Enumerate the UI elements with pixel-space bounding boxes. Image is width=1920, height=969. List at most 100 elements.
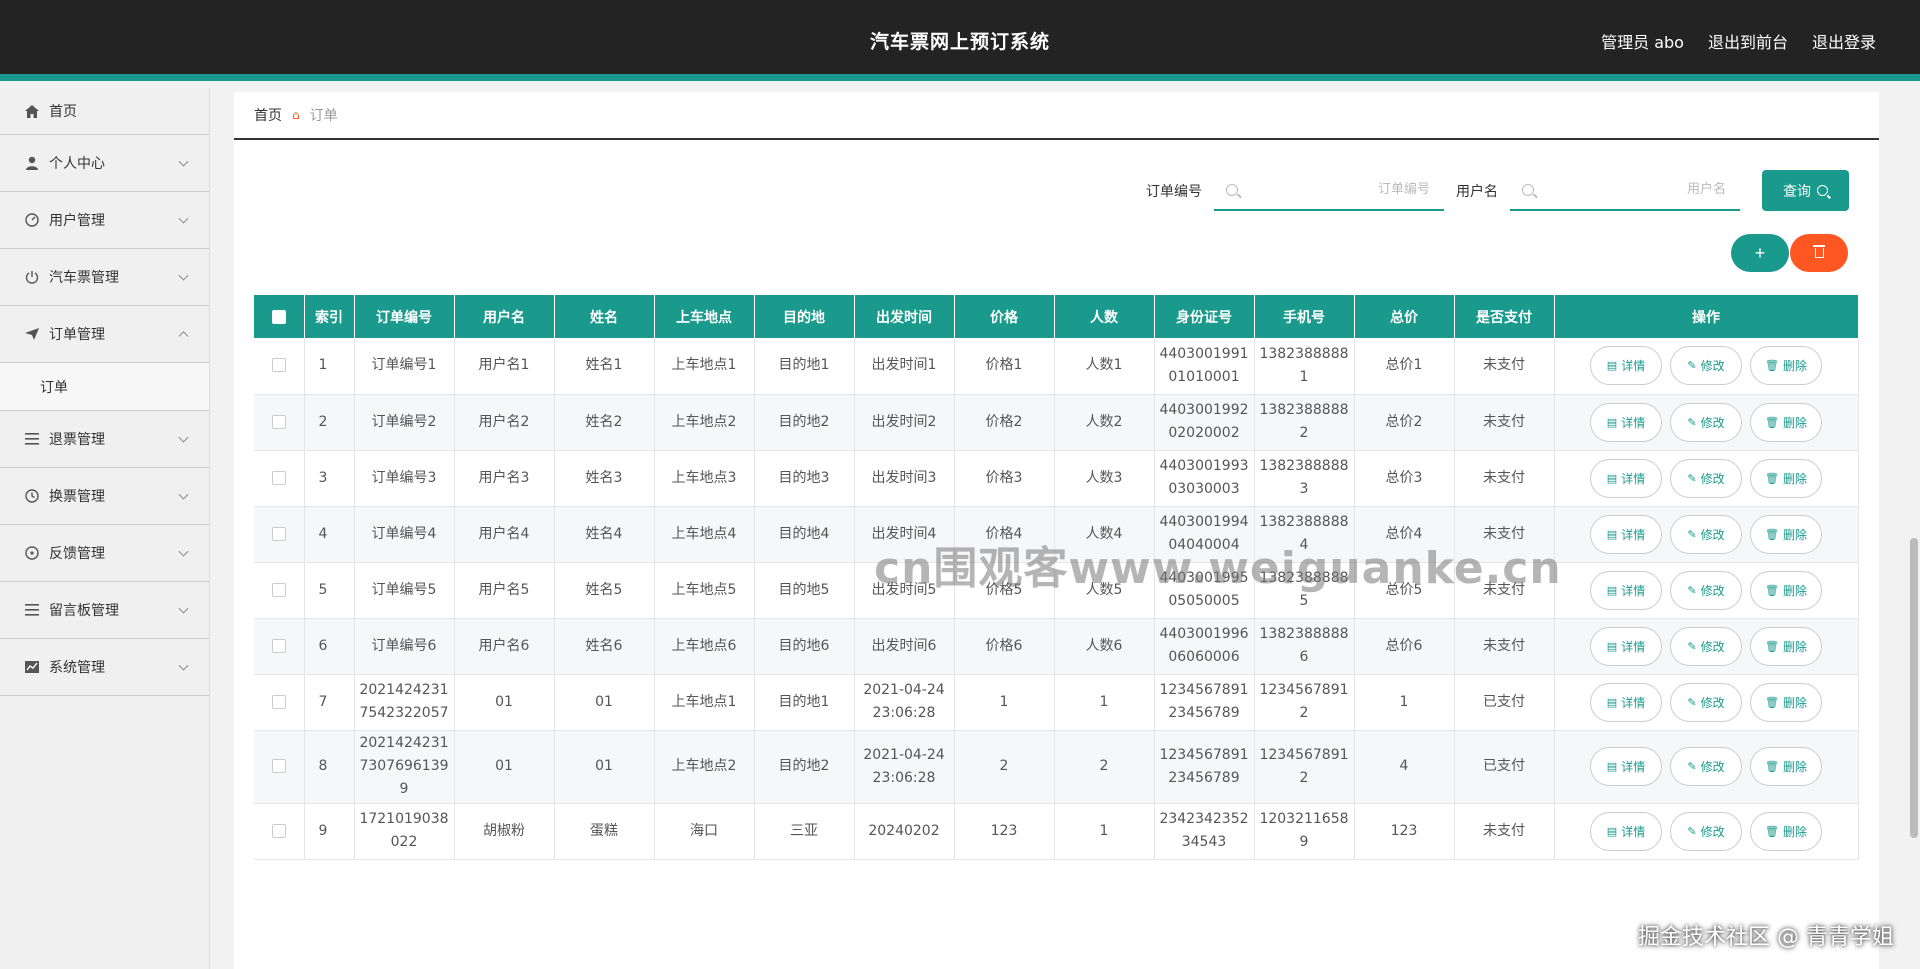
row-checkbox[interactable] — [271, 759, 286, 773]
edit-button[interactable]: ✎ 修改 — [1670, 811, 1742, 851]
sidebar-item-label: 订单管理 — [49, 327, 105, 343]
detail-button[interactable]: ▤ 详情 — [1590, 402, 1662, 442]
row-checkbox[interactable] — [271, 582, 286, 597]
to-front-link[interactable]: 退出到前台 — [1708, 29, 1788, 53]
edit-icon: ✎ — [1687, 471, 1697, 485]
delete-button[interactable]: 🗑 删除 — [1750, 682, 1822, 722]
username-input[interactable] — [1544, 182, 1726, 197]
row-select-cell[interactable] — [254, 338, 305, 395]
table-cell: 姓名5 — [554, 562, 655, 619]
table-cell: 未支付 — [1454, 618, 1555, 675]
row-select-cell[interactable] — [254, 394, 305, 451]
table-cell: 用户名4 — [454, 506, 555, 563]
table-cell: 123 — [954, 803, 1055, 860]
edit-button[interactable]: ✎ 修改 — [1670, 458, 1742, 498]
detail-button[interactable]: ▤ 详情 — [1590, 682, 1662, 722]
select-all-cell[interactable] — [254, 295, 305, 338]
sidebar-item-orders[interactable]: 订单管理 — [0, 306, 209, 363]
table-cell: 2 — [304, 394, 355, 451]
table-cell: 胡椒粉 — [454, 803, 555, 860]
row-checkbox[interactable] — [271, 823, 286, 838]
trash-icon: 🗑 — [1765, 415, 1779, 429]
delete-button[interactable]: 🗑 删除 — [1750, 346, 1822, 386]
table-cell: 2 — [954, 730, 1055, 804]
delete-label: 删除 — [1782, 471, 1807, 486]
row-checkbox[interactable] — [271, 470, 286, 485]
sidebar-subitem-order[interactable]: 订单 — [0, 363, 209, 411]
chevron-down-icon — [178, 603, 189, 614]
row-select-cell[interactable] — [254, 450, 305, 507]
order-number-input[interactable] — [1248, 182, 1430, 197]
delete-label: 删除 — [1782, 695, 1807, 710]
orders-table: 索引 订单编号 用户名 姓名 上车地点 目的地 出发时间 价格 人数 身份证号 … — [254, 295, 1859, 860]
table-row: 2 订单编号2 用户名2 姓名2 上车地点2 目的地2 出发时间2 价格2 人数2 4403001… — [254, 394, 1859, 451]
row-select-cell[interactable] — [254, 730, 305, 804]
row-checkbox[interactable] — [271, 694, 286, 709]
sidebar-item-personal[interactable]: 个人中心 — [0, 135, 209, 192]
delete-button[interactable]: 🗑 删除 — [1750, 570, 1822, 610]
delete-label: 删除 — [1782, 583, 1807, 598]
sidebar-item-system[interactable]: 系统管理 — [0, 639, 209, 696]
row-select-cell[interactable] — [254, 506, 305, 563]
batch-delete-button[interactable] — [1790, 234, 1848, 272]
delete-label: 删除 — [1782, 415, 1807, 430]
sidebar-item-users[interactable]: 用户管理 — [0, 192, 209, 249]
delete-button[interactable]: 🗑 删除 — [1750, 402, 1822, 442]
edit-button[interactable]: ✎ 修改 — [1670, 747, 1742, 786]
orders-table-wrapper: 索引 订单编号 用户名 姓名 上车地点 目的地 出发时间 价格 人数 身份证号 … — [254, 295, 1859, 860]
table-cell: 用户名2 — [454, 394, 555, 451]
sidebar-item-refunds[interactable]: 退票管理 — [0, 411, 209, 468]
table-cell: 目的地5 — [754, 562, 855, 619]
detail-button[interactable]: ▤ 详情 — [1590, 346, 1662, 386]
logout-link[interactable]: 退出登录 — [1812, 29, 1876, 53]
row-select-cell[interactable] — [254, 674, 305, 731]
sidebar-item-tickets[interactable]: 汽车票管理 — [0, 249, 209, 306]
edit-button[interactable]: ✎ 修改 — [1670, 402, 1742, 442]
edit-button[interactable]: ✎ 修改 — [1670, 626, 1742, 666]
sidebar-item-messages[interactable]: 留言板管理 — [0, 582, 209, 639]
delete-button[interactable]: 🗑 删除 — [1750, 811, 1822, 851]
sidebar-item-feedback[interactable]: 反馈管理 — [0, 525, 209, 582]
table-cell: 01 — [454, 674, 555, 731]
row-checkbox[interactable] — [271, 638, 286, 653]
edit-button[interactable]: ✎ 修改 — [1670, 346, 1742, 386]
breadcrumb-home[interactable]: 首页 — [254, 105, 282, 125]
edit-button[interactable]: ✎ 修改 — [1670, 682, 1742, 722]
sidebar-item-home[interactable]: 首页 — [0, 88, 209, 135]
edit-button[interactable]: ✎ 修改 — [1670, 514, 1742, 554]
scrollbar-thumb[interactable] — [1910, 538, 1918, 838]
table-cell: 未支付 — [1454, 394, 1555, 451]
table-cell: 440300199202020002 — [1154, 394, 1255, 451]
detail-button[interactable]: ▤ 详情 — [1590, 811, 1662, 851]
detail-button[interactable]: ▤ 详情 — [1590, 626, 1662, 666]
table-cell: 4 — [304, 506, 355, 563]
detail-button[interactable]: ▤ 详情 — [1590, 570, 1662, 610]
select-all-checkbox[interactable] — [271, 309, 286, 324]
edit-label: 修改 — [1700, 583, 1725, 598]
row-checkbox[interactable] — [271, 526, 286, 541]
column-header: 是否支付 — [1454, 295, 1555, 338]
row-select-cell[interactable] — [254, 803, 305, 860]
table-cell: 234234235234543 — [1154, 803, 1255, 860]
row-select-cell[interactable] — [254, 618, 305, 675]
row-select-cell[interactable] — [254, 562, 305, 619]
edit-button[interactable]: ✎ 修改 — [1670, 570, 1742, 610]
row-checkbox[interactable] — [271, 414, 286, 429]
add-button[interactable]: + — [1731, 234, 1789, 272]
delete-button[interactable]: 🗑 删除 — [1750, 458, 1822, 498]
chevron-up-icon — [178, 331, 189, 342]
table-cell: 出发时间3 — [854, 450, 955, 507]
list-icon — [24, 431, 40, 447]
row-checkbox[interactable] — [271, 358, 286, 373]
query-button[interactable]: 查询 — [1762, 170, 1849, 211]
delete-button[interactable]: 🗑 删除 — [1750, 747, 1822, 786]
detail-button[interactable]: ▤ 详情 — [1590, 458, 1662, 498]
detail-button[interactable]: ▤ 详情 — [1590, 514, 1662, 554]
delete-button[interactable]: 🗑 删除 — [1750, 514, 1822, 554]
edit-icon: ✎ — [1687, 824, 1697, 838]
table-cell: 目的地1 — [754, 338, 855, 395]
detail-button[interactable]: ▤ 详情 — [1590, 747, 1662, 786]
page-scrollbar[interactable] — [1908, 88, 1920, 969]
sidebar-item-exchanges[interactable]: 换票管理 — [0, 468, 209, 525]
delete-button[interactable]: 🗑 删除 — [1750, 626, 1822, 666]
